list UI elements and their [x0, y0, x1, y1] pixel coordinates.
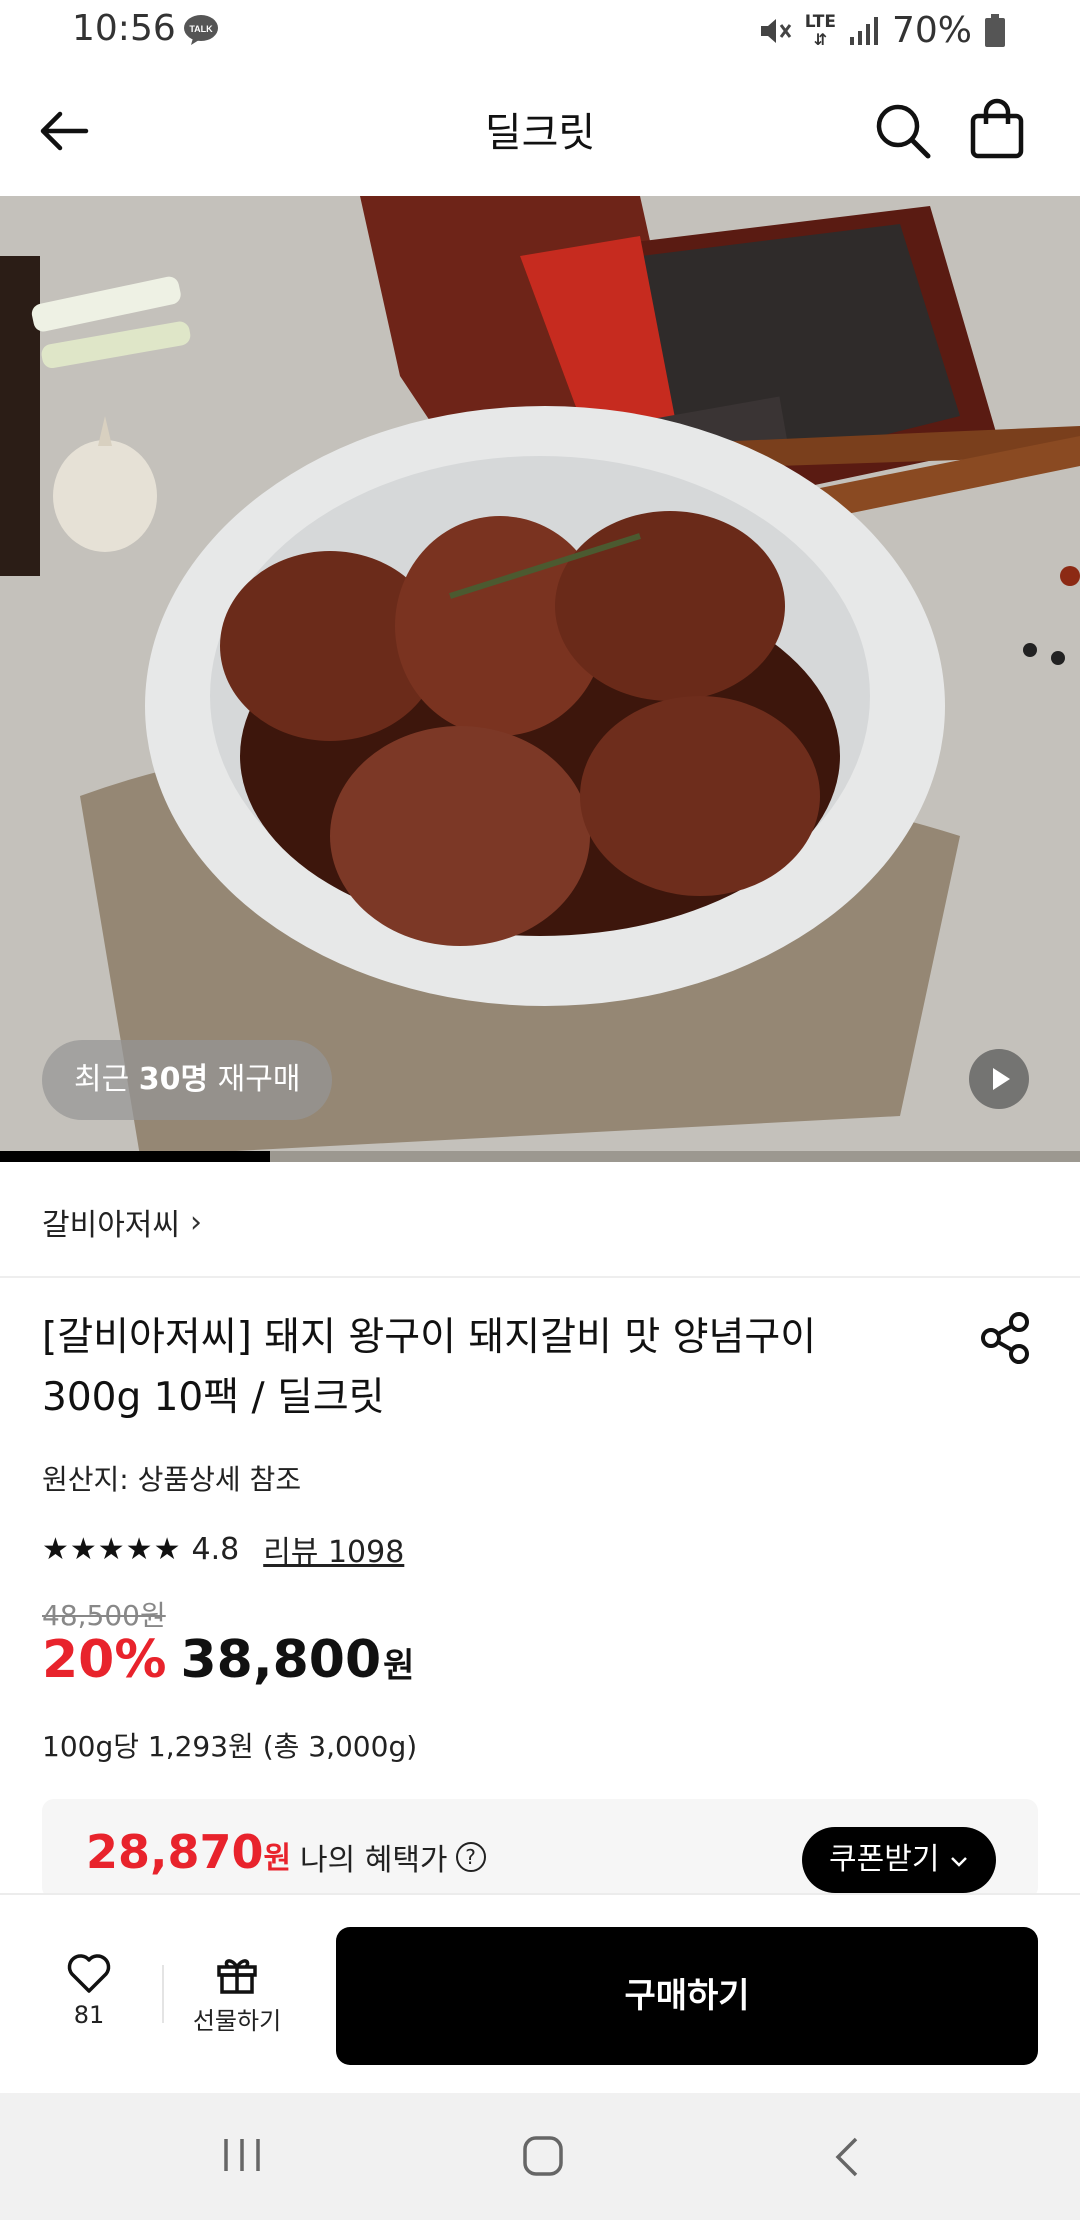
rebuy-suffix: 재구매 [217, 1062, 301, 1097]
section-divider [0, 1276, 1080, 1278]
product-title: [갈비아저씨] 돼지 왕구이 돼지갈비 맛 양념구이 300g 10팩 / 딜크… [42, 1315, 817, 1420]
benefit-price-unit: 원 [263, 1841, 292, 1876]
gift-icon [217, 1959, 257, 1994]
review-link[interactable]: 리뷰 1098 [263, 1527, 404, 1571]
help-icon[interactable]: ? [455, 1842, 486, 1872]
rating-row: ★★★★★ 4.8 리뷰 1098 [42, 1527, 404, 1571]
benefit-box: 28,870원 나의 혜택가 ? 쿠폰받기 [42, 1799, 1038, 1899]
system-back-icon[interactable] [830, 2135, 864, 2179]
status-indicators: LTE ⇵ 70% [757, 10, 1006, 51]
signal-icon [849, 16, 878, 45]
like-count: 81 [73, 2001, 105, 2029]
mute-icon [760, 18, 791, 43]
gift-label: 선물하기 [192, 2007, 282, 2035]
chevron-down-icon [951, 1857, 967, 1867]
recent-apps-icon[interactable] [220, 2135, 264, 2175]
brand-name: 갈비아저씨 [42, 1208, 180, 1243]
brand-link[interactable]: 갈비아저씨 › [42, 1200, 202, 1244]
rebuy-count: 30명 [138, 1062, 209, 1097]
origin-info: 원산지: 상품상세 참조 [42, 1463, 302, 1496]
battery-icon [985, 13, 1005, 47]
buy-button[interactable]: 구매하기 [336, 1927, 1038, 2065]
star-rating-icon: ★★★★★ [42, 1531, 182, 1567]
heart-icon [67, 1954, 111, 1993]
benefit-label-group[interactable]: 나의 혜택가 ? [300, 1835, 486, 1879]
status-bar: 10:56 TALK LTE ⇵ 70% [0, 0, 1080, 66]
discount-rate: 20% [42, 1630, 167, 1690]
kakaotalk-icon: TALK [184, 15, 218, 45]
rebuy-badge: 최근 30명 재구매 [42, 1040, 333, 1120]
bottom-action-bar: 81 선물하기 구매하기 [0, 1893, 1080, 2095]
shopping-bag-icon[interactable] [962, 94, 1032, 164]
price-row: 20% 38,800 원 [42, 1630, 414, 1690]
system-nav-bar [0, 2093, 1080, 2220]
benefit-price: 28,870원 [86, 1825, 291, 1879]
product-image-carousel[interactable]: 최근 30명 재구매 [0, 196, 1080, 1162]
bar-separator [162, 1965, 164, 2023]
lte-icon: LTE ⇵ [804, 11, 836, 49]
gift-button[interactable]: 선물하기 [185, 1953, 289, 2036]
coupon-button-label: 쿠폰받기 [829, 1842, 940, 1877]
app-header: 딜크릿 [0, 66, 1080, 196]
battery-percent: 70% [891, 10, 972, 51]
rating-value: 4.8 [191, 1531, 240, 1567]
chevron-right-icon: › [190, 1204, 202, 1240]
home-icon[interactable] [522, 2135, 564, 2177]
talk-badge-text: TALK [189, 24, 213, 34]
sale-price: 38,800 [180, 1630, 382, 1690]
original-price: 48,500원 [42, 1599, 166, 1632]
benefit-price-value: 28,870 [86, 1825, 264, 1879]
price-unit: 원 [383, 1646, 415, 1686]
like-button[interactable]: 81 [44, 1953, 134, 2029]
play-icon [993, 1068, 1010, 1090]
play-button[interactable] [969, 1049, 1029, 1109]
product-photo [0, 196, 1080, 1162]
benefit-label: 나의 혜택가 [300, 1843, 448, 1878]
unit-price: 100g당 1,293원 (총 3,000g) [42, 1730, 418, 1763]
carousel-progress-fill [0, 1151, 270, 1162]
rebuy-prefix: 최근 [74, 1062, 130, 1097]
share-icon[interactable] [975, 1308, 1035, 1368]
lte-label: LTE [804, 11, 836, 32]
search-icon[interactable] [868, 96, 938, 166]
status-time: 10:56 [72, 8, 176, 49]
coupon-button[interactable]: 쿠폰받기 [802, 1827, 996, 1893]
